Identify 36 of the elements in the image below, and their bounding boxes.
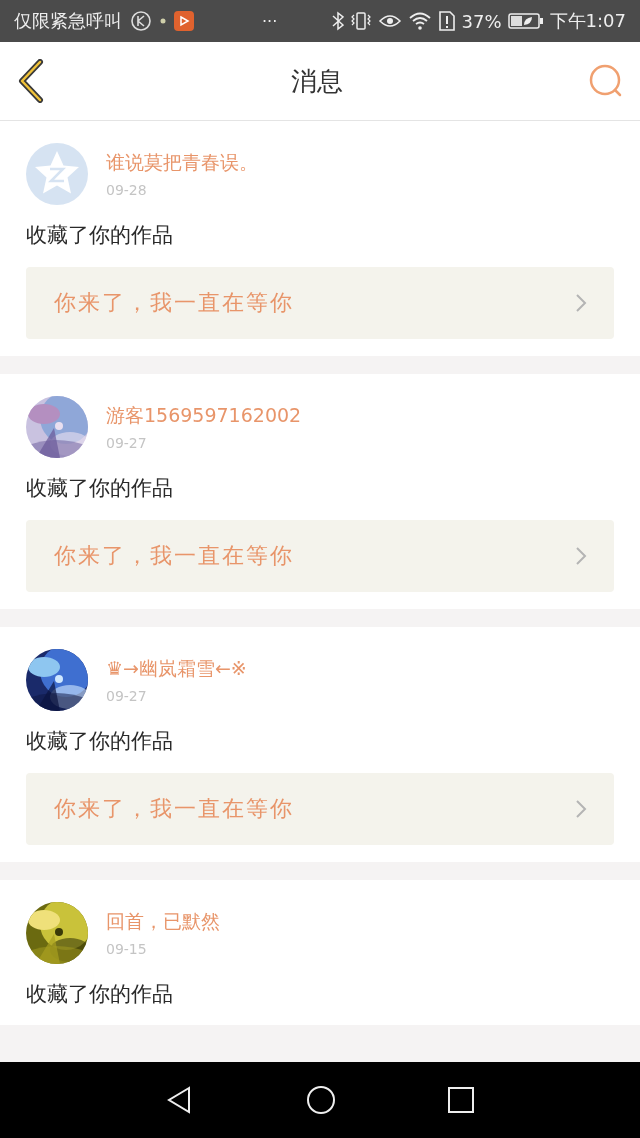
work-link[interactable]: 你来了，我一直在等你 [26, 267, 614, 339]
recents-nav-icon[interactable] [446, 1086, 475, 1114]
bluetooth-icon [331, 11, 344, 31]
star-avatar-icon[interactable] [26, 143, 88, 205]
chevron-right-icon [574, 545, 588, 567]
page-title: 消息 [291, 64, 343, 98]
action-text: 收藏了你的作品 [26, 981, 174, 1008]
message-date: 09-15 [106, 941, 148, 957]
message-date: 09-27 [106, 688, 148, 704]
video-app-icon [174, 11, 194, 31]
battery-icon [507, 12, 544, 30]
vibrate-icon [349, 11, 372, 31]
wifi-icon [407, 11, 432, 31]
chevron-right-icon [574, 798, 588, 820]
action-text: 收藏了你的作品 [26, 475, 174, 502]
action-text: 收藏了你的作品 [26, 222, 174, 249]
eye-icon [377, 12, 402, 30]
more-notifications-text: ··· [262, 11, 278, 31]
carrier-text: 仅限紧急呼叫 [14, 9, 122, 33]
home-nav-icon[interactable] [306, 1085, 336, 1115]
work-link[interactable]: 你来了，我一直在等你 [26, 520, 614, 592]
k-circle-icon [130, 10, 152, 32]
user-name[interactable]: 游客1569597162002 [106, 403, 302, 429]
action-text: 收藏了你的作品 [26, 728, 174, 755]
user-name[interactable]: ♛→幽岚霜雪←※ [106, 656, 247, 682]
message-date: 09-28 [106, 182, 148, 198]
work-link[interactable]: 你来了，我一直在等你 [26, 773, 614, 845]
battery-percent-text: 37% [461, 10, 502, 32]
alert-icon [437, 11, 456, 31]
back-button[interactable] [16, 59, 46, 103]
user-name[interactable]: 谁说莫把青春误。 [106, 150, 258, 176]
chevron-right-icon [574, 292, 588, 314]
clock-text: 下午1:07 [549, 9, 626, 33]
message-date: 09-27 [106, 435, 148, 451]
dot-icon [160, 18, 166, 24]
user-name[interactable]: 回首，已默然 [106, 909, 220, 935]
